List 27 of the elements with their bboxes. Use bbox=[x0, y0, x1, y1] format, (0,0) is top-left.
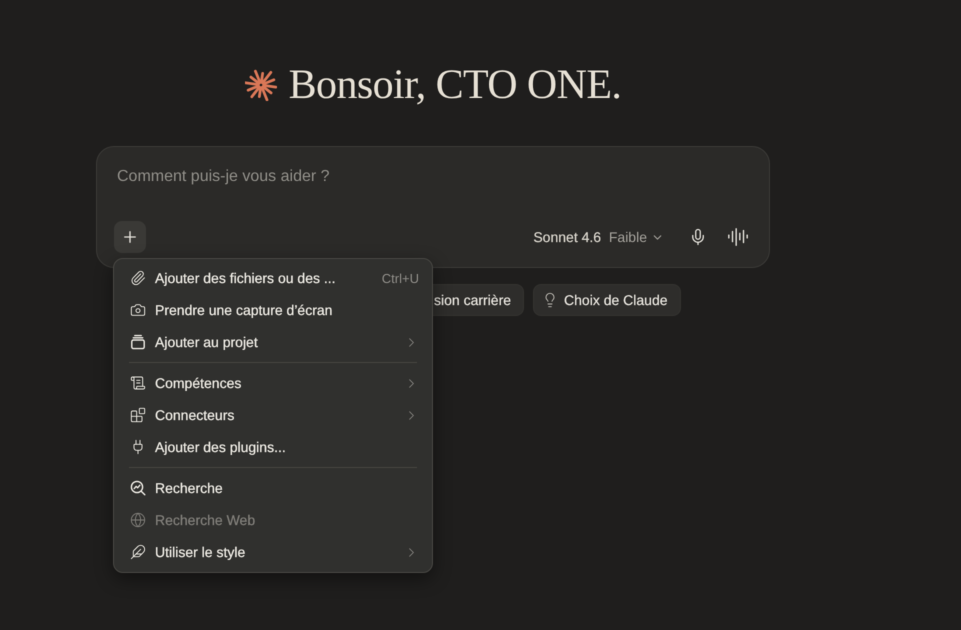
message-field[interactable]: Comment puis-je vous aider ? bbox=[114, 161, 754, 193]
plus-icon bbox=[121, 228, 139, 246]
suggestion-chip[interactable]: sion carrière bbox=[433, 284, 524, 316]
suggestion-chip[interactable]: Choix de Claude bbox=[533, 284, 681, 316]
menu-item[interactable]: Connecteurs bbox=[120, 399, 426, 431]
menu-item[interactable]: Utiliser le style bbox=[120, 536, 426, 568]
add-button[interactable] bbox=[114, 221, 146, 253]
waveform-icon bbox=[727, 226, 749, 248]
feather-icon bbox=[130, 544, 146, 560]
scroll-icon bbox=[130, 375, 146, 391]
starburst-icon bbox=[244, 69, 277, 101]
paperclip-icon bbox=[130, 270, 146, 286]
microphone-icon bbox=[689, 228, 707, 246]
menu-item[interactable]: Ajouter au projet bbox=[120, 326, 426, 358]
menu-item[interactable]: Compétences bbox=[120, 367, 426, 399]
shortcut-label: Ctrl+U bbox=[382, 270, 419, 286]
globe-icon bbox=[130, 512, 146, 528]
menu-item[interactable]: Ajouter des plugins... bbox=[120, 431, 426, 463]
blocks-icon bbox=[130, 407, 146, 423]
menu-item[interactable]: Prendre une capture d’écran bbox=[120, 294, 426, 326]
camera-icon bbox=[130, 302, 146, 318]
menu-item[interactable]: Recherche bbox=[120, 472, 426, 504]
greeting-title: Bonsoir, CTO ONE. bbox=[288, 64, 622, 106]
search-icon bbox=[130, 480, 146, 496]
tray-icon bbox=[130, 334, 146, 350]
menu-item[interactable]: Ajouter des fichiers ou des ... Ctrl+U bbox=[120, 262, 426, 294]
model-selector[interactable]: Sonnet 4.6 Faible bbox=[527, 221, 670, 253]
